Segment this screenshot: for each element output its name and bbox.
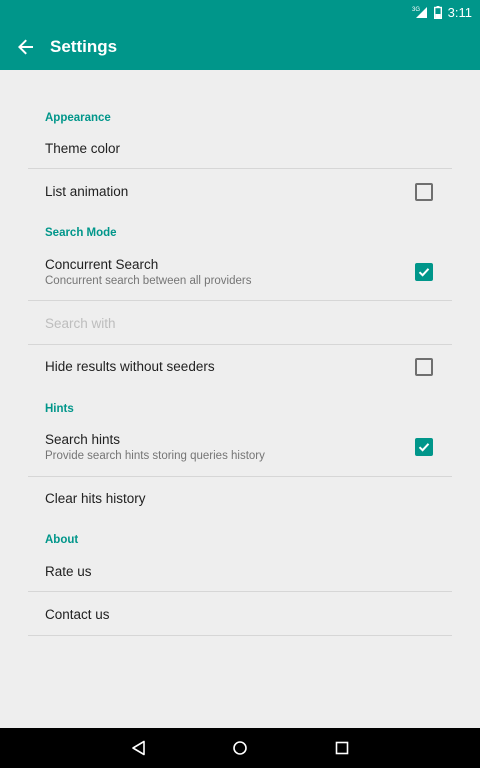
divider [28, 476, 452, 477]
pref-list-animation[interactable]: List animation [45, 184, 451, 199]
section-header-appearance: Appearance [45, 112, 111, 124]
status-bar: 3G 3:11 [0, 0, 480, 24]
pref-search-with: Search with [45, 316, 451, 331]
recents-square-icon[interactable] [312, 728, 372, 768]
back-triangle-icon[interactable] [109, 728, 169, 768]
settings-list: Appearance Theme color List animation Se… [0, 70, 480, 728]
pref-hide-results[interactable]: Hide results without seeders [45, 359, 451, 374]
arrow-back-icon[interactable] [2, 24, 50, 70]
pref-clear-history[interactable]: Clear hits history [45, 491, 451, 506]
concurrent-search-checkbox[interactable] [415, 263, 433, 281]
pref-summary: Concurrent search between all providers [45, 275, 252, 287]
navigation-bar [0, 728, 480, 768]
home-circle-icon[interactable] [210, 728, 270, 768]
check-icon [418, 443, 430, 452]
check-icon [418, 268, 430, 277]
pref-label: Contact us [45, 607, 110, 622]
signal-icon: 3G [412, 5, 428, 19]
section-header-hints: Hints [45, 403, 74, 415]
pref-search-hints[interactable]: Search hints Provide search hints storin… [45, 432, 451, 462]
pref-label: Theme color [45, 141, 121, 156]
pref-summary: Provide search hints storing queries his… [45, 450, 265, 462]
pref-theme-color[interactable]: Theme color [45, 141, 451, 156]
page-title: Settings [50, 37, 118, 56]
pref-label: List animation [45, 184, 129, 199]
pref-label: Search with [45, 316, 116, 331]
pref-contact-us[interactable]: Contact us [45, 607, 451, 622]
divider [28, 300, 452, 301]
status-time: 3:11 [447, 4, 472, 20]
pref-label: Clear hits history [45, 491, 146, 506]
divider [28, 168, 452, 169]
pref-label: Rate us [45, 564, 92, 579]
pref-label: Search hints [45, 432, 121, 447]
section-header-about: About [45, 534, 79, 546]
pref-label: Hide results without seeders [45, 359, 215, 374]
svg-text:3G: 3G [412, 7, 420, 13]
section-header-search-mode: Search Mode [45, 227, 117, 239]
search-hints-checkbox[interactable] [415, 438, 433, 456]
divider [28, 344, 452, 345]
pref-concurrent-search[interactable]: Concurrent Search Concurrent search betw… [45, 257, 451, 287]
hide-results-checkbox[interactable] [415, 358, 433, 376]
divider [28, 591, 452, 592]
app-bar: Settings [0, 24, 480, 70]
list-animation-checkbox[interactable] [415, 183, 433, 201]
battery-icon [433, 5, 442, 19]
pref-rate-us[interactable]: Rate us [45, 564, 451, 579]
divider [28, 635, 452, 636]
pref-label: Concurrent Search [45, 257, 159, 272]
